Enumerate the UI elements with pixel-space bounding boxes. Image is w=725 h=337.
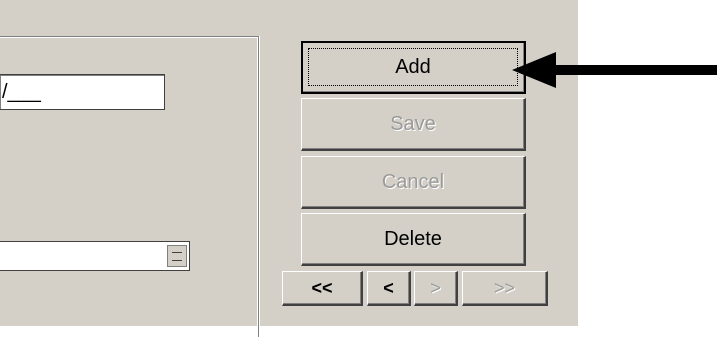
- cancel-button-label: Cancel: [381, 170, 445, 193]
- add-button[interactable]: Add: [301, 41, 526, 94]
- previous-record-label: <: [383, 277, 394, 298]
- first-record-label: <<: [311, 277, 333, 298]
- next-record-label: >: [430, 277, 441, 298]
- delete-button[interactable]: Delete: [301, 213, 526, 266]
- cancel-button[interactable]: Cancel: [301, 156, 526, 209]
- save-button[interactable]: Save: [301, 98, 526, 151]
- first-record-button[interactable]: <<: [282, 271, 363, 306]
- previous-record-button[interactable]: <: [367, 271, 411, 306]
- save-button-label: Save: [390, 112, 436, 135]
- spin-control[interactable]: [167, 245, 187, 267]
- last-record-button[interactable]: >>: [462, 271, 548, 306]
- arrow-shape: [512, 52, 717, 88]
- dialog-panel: /___ Add Save Cancel Delete << < > >>: [0, 0, 578, 337]
- spin-up-icon[interactable]: [172, 252, 182, 253]
- pointer-arrow-icon: [512, 52, 717, 88]
- date-input[interactable]: /___: [0, 74, 165, 110]
- last-record-label: >>: [493, 277, 516, 298]
- spin-down-icon[interactable]: [172, 260, 182, 261]
- next-record-button[interactable]: >: [414, 271, 458, 306]
- focus-rectangle: [308, 48, 518, 86]
- spin-input[interactable]: [0, 241, 190, 271]
- delete-button-label: Delete: [384, 227, 442, 250]
